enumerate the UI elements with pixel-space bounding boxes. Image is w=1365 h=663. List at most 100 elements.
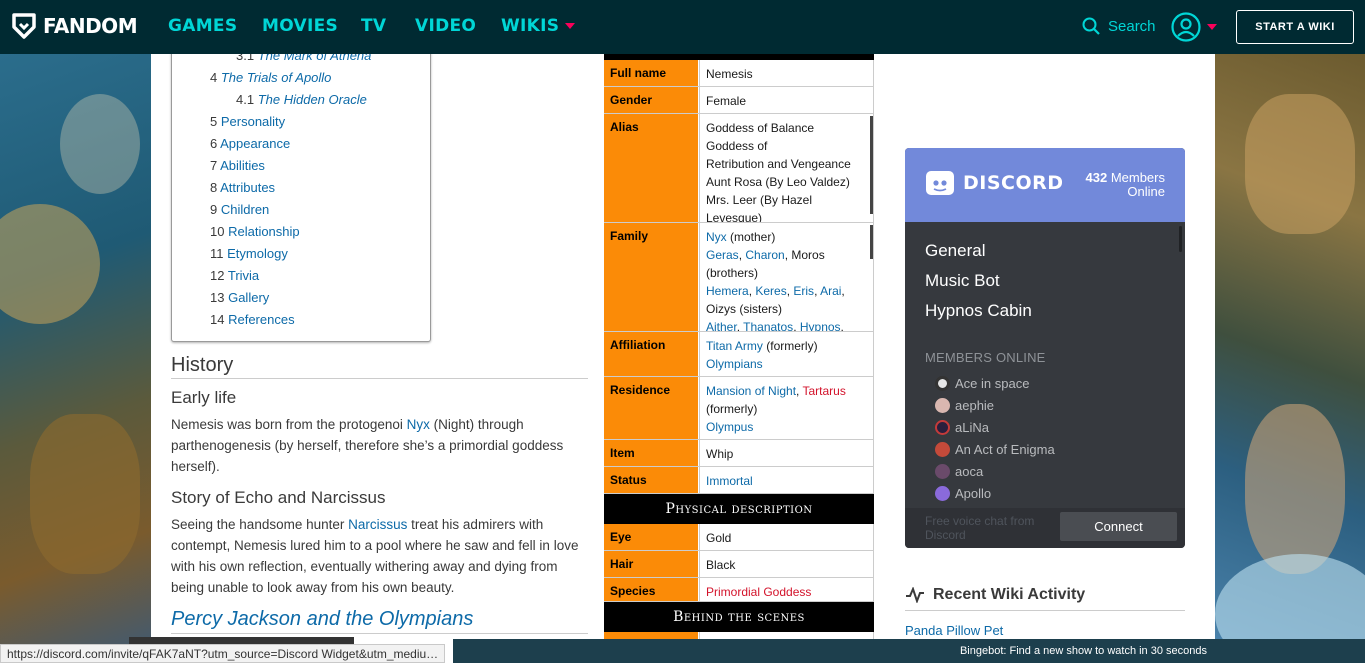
infobox-row-item: Item Whip [604,440,874,467]
toc-link[interactable]: Appearance [220,136,290,151]
discord-logo[interactable]: DISCORD [925,168,1064,198]
link-immortal[interactable]: Immortal [706,474,753,488]
scrollbar[interactable] [870,225,873,259]
fandom-wordmark: FANDOM [43,14,138,38]
link-arai[interactable]: Arai [820,284,841,298]
toc-item[interactable]: 11 Etymology [210,246,288,261]
toc-link[interactable]: Gallery [228,290,269,305]
discord-footer: Free voice chat from Discord Connect [905,508,1185,548]
avatar [935,442,950,457]
family-scroll-area[interactable]: Nyx (mother) Geras, Charon, Moros (broth… [699,223,874,331]
connect-button[interactable]: Connect [1060,512,1177,541]
toc-link[interactable]: Children [221,202,269,217]
link-aither[interactable]: Aither [706,320,737,331]
search-button[interactable]: Search [1082,17,1156,35]
toc-item[interactable]: 7 Abilities [210,158,265,173]
toc-link[interactable]: Abilities [220,158,265,173]
discord-member[interactable]: Apollo [935,486,991,501]
discord-member[interactable]: aephie [935,398,994,413]
infobox-row-affiliation: Affiliation Titan Army (formerly) Olympi… [604,332,874,377]
link-thanatos[interactable]: Thanatos [743,320,793,331]
nav-video[interactable]: VIDEO [415,16,476,36]
nav-games[interactable]: GAMES [168,16,237,36]
avatar-icon [1171,12,1201,42]
link-olympians[interactable]: Olympians [706,357,763,371]
link-primordial-goddess[interactable]: Primordial Goddess [706,585,811,599]
discord-widget: DISCORD 432 Members Online General Music… [905,148,1185,548]
toc-item[interactable]: 8 Attributes [210,180,275,195]
link-geras[interactable]: Geras [706,248,739,262]
discord-channel[interactable]: Music Bot [925,271,1000,291]
heading-percy-jackson[interactable]: Percy Jackson and the Olympians [171,608,473,631]
toc-link[interactable]: Etymology [227,246,288,261]
avatar [935,420,950,435]
link-narcissus[interactable]: Narcissus [348,517,407,532]
discord-member[interactable]: aoca [935,464,983,479]
scrollbar[interactable] [870,116,873,214]
heading-early-life: Early life [171,388,237,407]
link-keres[interactable]: Keres [755,284,786,298]
heading-history: History [171,354,234,376]
activity-icon [906,587,924,603]
discord-member[interactable]: An Act of Enigma [935,442,1055,457]
start-a-wiki-button[interactable]: START A WIKI [1236,10,1354,44]
link-nyx[interactable]: Nyx [706,230,727,244]
link-hypnos[interactable]: Hypnos [800,320,841,331]
divider [171,378,588,379]
toc-item[interactable]: 6 Appearance [210,136,290,151]
link-eris[interactable]: Eris [793,284,814,298]
discord-footer-text[interactable]: Free voice chat from Discord [925,514,1055,542]
toc-item[interactable]: 3.1 The Mark of Athena [236,54,371,63]
link-charon[interactable]: Charon [745,248,784,262]
toc-item[interactable]: 12 Trivia [210,268,259,283]
bingebot-text[interactable]: Bingebot: Find a new show to watch in 30… [960,645,1207,657]
infobox-row-eye: Eye Gold [604,524,874,551]
nav-movies[interactable]: MOVIES [262,16,338,36]
toc-link[interactable]: Personality [221,114,285,129]
toc-link[interactable]: The Hidden Oracle [258,92,367,107]
link-tartarus[interactable]: Tartarus [803,384,846,398]
toc-item[interactable]: 10 Relationship [210,224,300,239]
toc-item[interactable]: 5 Personality [210,114,285,129]
toc-item[interactable]: 9 Children [210,202,269,217]
toc-link[interactable]: Relationship [228,224,300,239]
avatar [935,398,950,413]
discord-member[interactable]: Ace in space [935,376,1029,391]
discord-members-online-count: 432 Members Online [1085,170,1165,199]
link-titan-army[interactable]: Titan Army [706,339,763,353]
toc-link[interactable]: Trivia [228,268,259,283]
nav-tv[interactable]: TV [361,16,386,36]
toc-item[interactable]: 14 References [210,312,295,327]
character-infobox: Full name Nemesis Gender Female Alias Go… [604,54,874,663]
toc-item[interactable]: 13 Gallery [210,290,269,305]
fandom-logo[interactable]: FANDOM [11,12,138,40]
toc-link[interactable]: The Mark of Athena [258,54,372,63]
nav-wikis[interactable]: WIKIS [501,16,576,36]
link-nyx[interactable]: Nyx [407,417,430,432]
scrollbar[interactable] [1179,226,1182,252]
infobox-row-hair: Hair Black [604,551,874,578]
alias-scroll-area[interactable]: Goddess of Balance Goddess of Retributio… [699,114,874,222]
discord-channel[interactable]: General [925,241,985,261]
link-hemera[interactable]: Hemera [706,284,749,298]
bingebot-bar[interactable] [453,639,1365,663]
discord-member[interactable]: aLiNa [935,420,989,435]
table-of-contents: 3.1 The Mark of Athena 4 The Trials of A… [171,54,431,342]
toc-item[interactable]: 4.1 The Hidden Oracle [236,92,367,107]
link-olympus[interactable]: Olympus [706,420,753,434]
toc-link[interactable]: Attributes [220,180,275,195]
paragraph-echo-narcissus: Seeing the handsome hunter Narcissus tre… [171,517,579,595]
search-icon [1082,17,1100,35]
discord-channel[interactable]: Hypnos Cabin [925,301,1032,321]
recent-wiki-activity: Recent Wiki Activity Panda Pillow Pet [905,586,1185,638]
recent-activity-link[interactable]: Panda Pillow Pet [905,623,1185,638]
discord-icon [926,171,954,195]
paragraph-early-life: Nemesis was born from the protogenoi Nyx… [171,417,564,474]
fandom-heart-icon [12,13,36,39]
link-mansion-of-night[interactable]: Mansion of Night [706,384,796,398]
user-menu[interactable] [1171,12,1217,42]
toc-link[interactable]: References [228,312,294,327]
search-label: Search [1108,17,1156,35]
toc-link[interactable]: The Trials of Apollo [221,70,332,85]
toc-item[interactable]: 4 The Trials of Apollo [210,70,331,85]
